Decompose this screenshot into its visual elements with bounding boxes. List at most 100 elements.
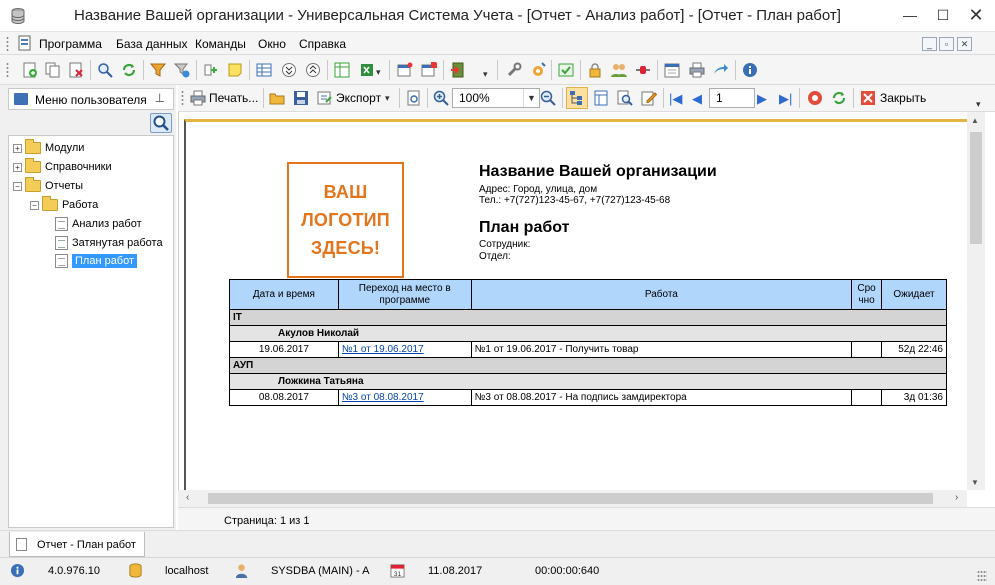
logo-placeholder: ВАШ ЛОГОТИП ЗДЕСЬ! xyxy=(287,162,404,278)
export-excel-icon[interactable] xyxy=(360,62,376,78)
tree-item-label: План работ xyxy=(72,254,138,268)
scroll-thumb[interactable] xyxy=(970,132,982,244)
exit-icon[interactable] xyxy=(450,62,466,78)
menubar-grip[interactable] xyxy=(6,36,9,51)
tree-item-work-analysis[interactable]: Анализ работ xyxy=(55,215,142,233)
scroll-thumb[interactable] xyxy=(208,493,933,504)
find-in-report-icon[interactable] xyxy=(617,90,633,106)
tab-work-plan[interactable]: Отчет - План работ xyxy=(9,532,145,557)
zoom-out-icon[interactable] xyxy=(540,90,556,106)
menu-program[interactable]: Программа xyxy=(39,37,102,51)
refresh-icon[interactable] xyxy=(121,62,137,78)
mdi-minimize-button[interactable]: _ xyxy=(922,37,937,51)
mdi-restore-button[interactable]: ▫ xyxy=(939,37,954,51)
person-name: Ложкина Татьяна xyxy=(229,373,947,390)
check-icon[interactable] xyxy=(558,62,574,78)
prev-page-icon[interactable]: ◀ xyxy=(692,91,702,107)
edit-report-icon[interactable] xyxy=(641,90,657,106)
next-page-icon[interactable]: ▶ xyxy=(757,91,767,107)
document-link[interactable]: №1 от 19.06.2017 xyxy=(342,344,424,355)
tree-item-work-plan[interactable]: План работ xyxy=(55,252,138,270)
menu-commands[interactable]: Команды xyxy=(195,37,246,51)
note-icon[interactable] xyxy=(227,62,243,78)
print-toolbar-icon[interactable] xyxy=(689,62,705,78)
horizontal-scrollbar[interactable]: ‹ › xyxy=(178,490,967,507)
grid-view-icon[interactable] xyxy=(256,62,272,78)
users-icon[interactable] xyxy=(611,62,627,78)
close-report-button[interactable]: Закрыть xyxy=(858,87,930,109)
resize-grip[interactable] xyxy=(977,570,987,582)
first-page-icon[interactable]: |◀ xyxy=(669,91,682,107)
refresh-report-icon[interactable] xyxy=(831,90,847,106)
tools-icon[interactable] xyxy=(506,62,522,78)
print-button[interactable]: Печать... xyxy=(188,87,260,109)
lock-icon[interactable] xyxy=(587,62,603,78)
expand-icon[interactable]: + xyxy=(13,162,22,172)
stop-icon[interactable] xyxy=(807,90,823,106)
toolbar-overflow-icon[interactable]: ▾ xyxy=(976,99,981,110)
user-icon xyxy=(235,564,248,578)
organization-phone: Тел.: +7(727)123-45-67, +7(727)123-45-68 xyxy=(479,195,671,206)
scroll-left-icon[interactable]: ‹ xyxy=(186,492,189,503)
document-link[interactable]: №3 от 08.08.2017 xyxy=(342,392,424,403)
scroll-down-icon[interactable]: ▼ xyxy=(971,478,979,487)
export-button[interactable]: Экспорт ▾ xyxy=(315,87,395,109)
settings-icon[interactable] xyxy=(530,62,546,78)
toolbar-grip[interactable] xyxy=(181,90,184,106)
tree-item-directories[interactable]: + Справочники xyxy=(13,158,112,176)
new-window-icon[interactable] xyxy=(397,62,413,78)
minimize-button[interactable]: — xyxy=(893,0,927,30)
toolbar-grip[interactable] xyxy=(6,62,9,78)
menu-help[interactable]: Справка xyxy=(299,37,346,51)
import-icon[interactable] xyxy=(334,62,350,78)
delete-record-icon[interactable] xyxy=(68,62,84,78)
tree-item-reports[interactable]: − Отчеты xyxy=(13,177,83,195)
tree-item-delayed-work[interactable]: Затянутая работа xyxy=(55,234,163,252)
expand-icon[interactable]: + xyxy=(13,143,22,153)
save-icon[interactable] xyxy=(293,90,309,106)
pin-icon[interactable]: ⊥ xyxy=(155,91,165,105)
connect-icon[interactable] xyxy=(635,62,651,78)
tree-item-work[interactable]: − Работа xyxy=(30,196,98,214)
chevron-down-icon[interactable]: ▼ xyxy=(523,89,539,107)
tree-item-modules[interactable]: + Модули xyxy=(13,139,84,157)
export-dropdown-icon[interactable]: ▾ xyxy=(376,67,381,78)
page-setup-icon[interactable] xyxy=(406,90,422,106)
menu-window[interactable]: Окно xyxy=(258,37,286,51)
zoom-in-icon[interactable] xyxy=(433,90,449,106)
page-number-input[interactable]: 1 xyxy=(709,88,755,108)
filter-clear-icon[interactable] xyxy=(174,62,190,78)
collapse-icon[interactable]: − xyxy=(13,181,22,191)
zoom-select[interactable]: 100% ▼ xyxy=(452,88,540,108)
printer-icon xyxy=(190,90,206,106)
menu-database[interactable]: База данных xyxy=(116,37,187,51)
last-page-icon[interactable]: ▶| xyxy=(779,91,792,107)
forward-icon[interactable] xyxy=(712,62,728,78)
expand-all-icon[interactable] xyxy=(281,62,297,78)
search-icon[interactable] xyxy=(97,62,113,78)
vertical-scrollbar[interactable]: ▲ ▼ xyxy=(967,112,985,490)
host-text: localhost xyxy=(165,565,209,577)
toolbar-overflow-icon[interactable]: ▾ xyxy=(483,69,488,80)
maximize-button[interactable]: ☐ xyxy=(926,0,960,30)
work-plan-table: Дата и время Переход на место в программ… xyxy=(229,279,947,406)
open-folder-icon[interactable] xyxy=(269,90,285,106)
mdi-close-button[interactable]: ✕ xyxy=(957,37,972,51)
new-record-icon[interactable] xyxy=(22,62,38,78)
copy-record-icon[interactable] xyxy=(45,62,61,78)
scroll-up-icon[interactable]: ▲ xyxy=(971,116,979,125)
single-page-icon[interactable] xyxy=(593,90,609,106)
add-item-icon[interactable] xyxy=(203,62,219,78)
info-icon[interactable] xyxy=(742,62,758,78)
search-button[interactable] xyxy=(150,113,172,133)
calendar-icon[interactable] xyxy=(664,62,680,78)
filter-icon[interactable] xyxy=(150,62,166,78)
report-preview: ВАШ ЛОГОТИП ЗДЕСЬ! Название Вашей органи… xyxy=(178,112,978,490)
collapse-icon[interactable]: − xyxy=(30,200,39,210)
export-dropdown-icon: ▾ xyxy=(385,93,390,103)
close-window-icon[interactable] xyxy=(421,62,437,78)
close-window-button[interactable]: ✕ xyxy=(959,0,993,30)
tree-view-toggle[interactable] xyxy=(566,87,588,109)
collapse-all-icon[interactable] xyxy=(305,62,321,78)
scroll-right-icon[interactable]: › xyxy=(955,492,958,503)
